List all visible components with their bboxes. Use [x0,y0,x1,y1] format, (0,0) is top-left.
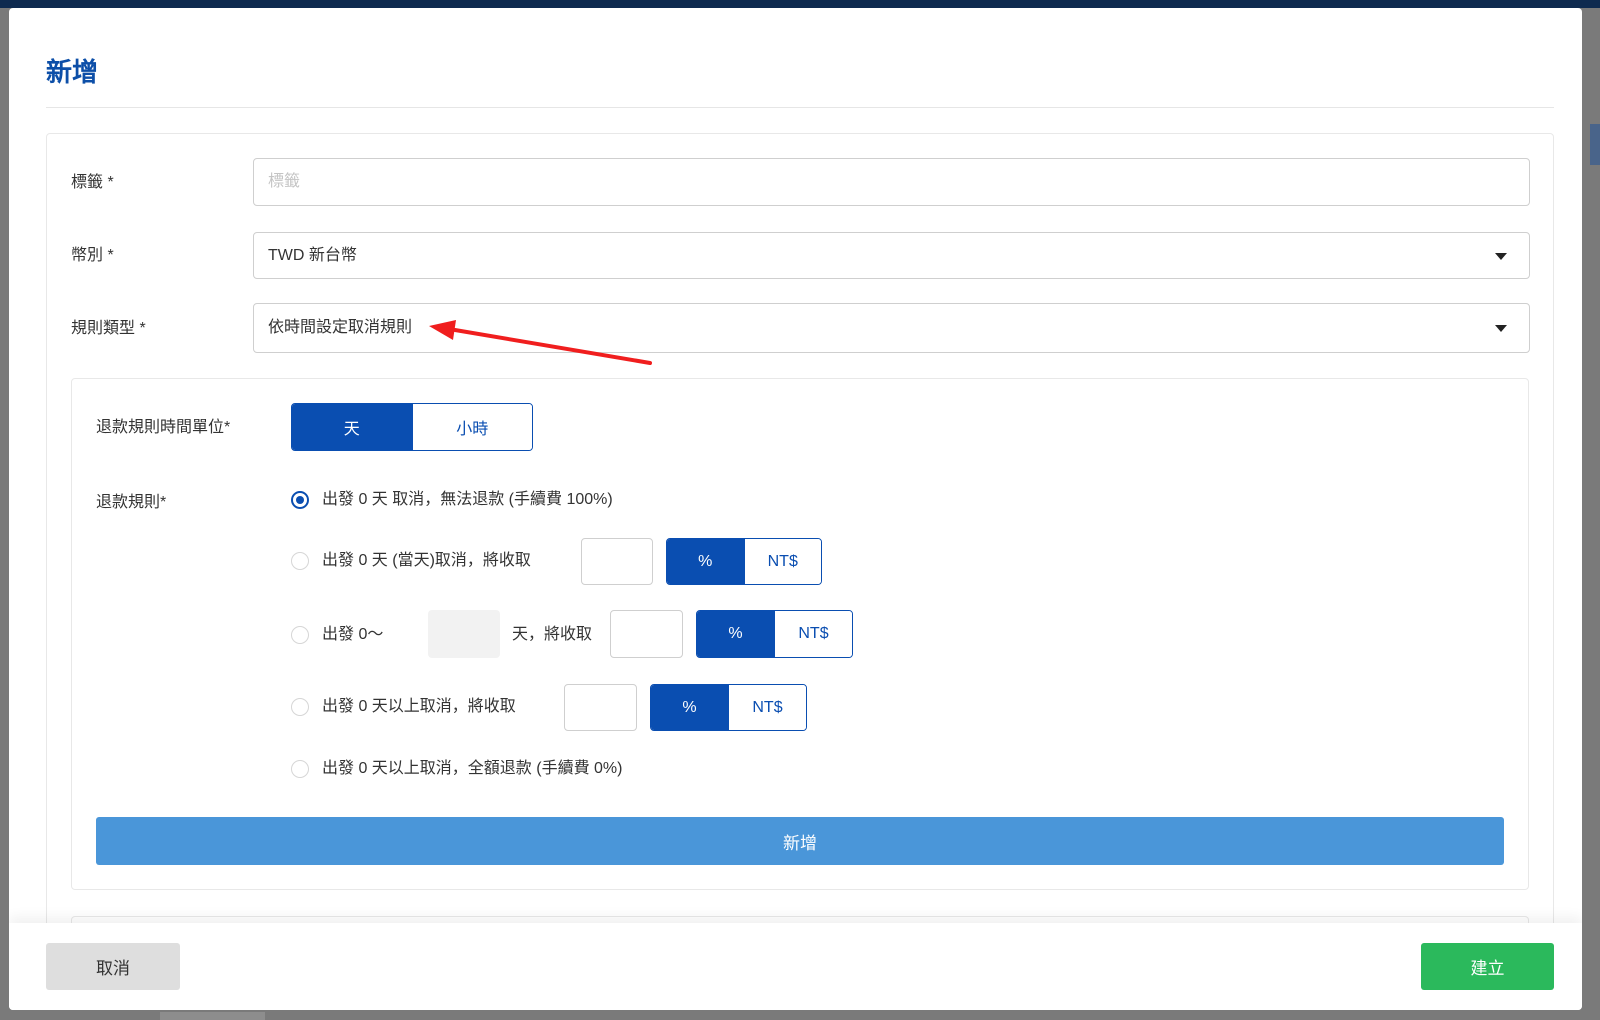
background-element [160,1012,265,1020]
modal-footer: 取消 建立 [9,923,1582,1010]
unit-percent-option[interactable]: % [697,611,774,657]
create-button[interactable]: 建立 [1421,943,1554,990]
rule-option-text: 出發 0 天 (當天)取消，將收取 [322,552,531,569]
add-rule-button[interactable]: 新增 [96,817,1504,865]
tag-input[interactable] [253,158,1530,206]
title-divider [46,107,1554,108]
create-modal: 新增 標籤 * 幣別 * TWD 新台幣 規則類型 * 依時間設定取消規則 退款… [9,8,1582,1010]
rule-option-text: 出發 0 天以上取消，將收取 [322,698,516,715]
fee-amount-input[interactable] [610,610,683,658]
radio-icon[interactable] [291,491,309,509]
fee-unit-toggle: % NT$ [666,538,822,585]
time-unit-hour-option[interactable]: 小時 [411,404,532,450]
radio-icon[interactable] [291,698,309,716]
caret-down-icon [1495,252,1507,260]
modal-title: 新增 [46,57,99,87]
rule-option-text: 天，將收取 [512,626,593,643]
background-element [1590,124,1600,165]
radio-icon[interactable] [291,626,309,644]
fee-amount-input[interactable] [581,538,653,585]
refund-rules-label: 退款規則* [96,494,167,511]
unit-ntd-option[interactable]: NT$ [743,539,821,584]
currency-label: 幣別 * [71,247,114,264]
caret-down-icon [1495,325,1507,332]
rule-option-text: 出發 0 天以上取消，全額退款 (手續費 0%) [322,760,623,777]
days-input[interactable] [428,610,500,658]
fee-amount-input[interactable] [564,684,637,731]
rule-option-text: 出發 0 天 取消，無法退款 (手續費 100%) [322,491,613,508]
currency-select[interactable]: TWD 新台幣 [253,232,1530,279]
fee-unit-toggle: % NT$ [696,610,853,658]
tag-label: 標籤 * [71,174,114,191]
rule-type-label: 規則類型 * [71,320,146,337]
radio-icon[interactable] [291,552,309,570]
fee-unit-toggle: % NT$ [650,684,807,731]
time-unit-toggle: 天 小時 [291,403,533,451]
unit-percent-option[interactable]: % [651,685,728,730]
time-unit-day-option[interactable]: 天 [292,404,412,450]
app-header-bar [0,0,1600,8]
cancel-button[interactable]: 取消 [46,943,180,990]
rule-option-text: 出發 0～ [322,626,384,643]
currency-value: TWD 新台幣 [268,246,357,264]
radio-icon[interactable] [291,760,309,778]
rule-type-value: 依時間設定取消規則 [268,319,413,336]
unit-percent-option[interactable]: % [667,539,744,584]
rule-type-select[interactable]: 依時間設定取消規則 [253,303,1530,353]
unit-ntd-option[interactable]: NT$ [728,685,806,730]
unit-ntd-option[interactable]: NT$ [774,611,852,657]
time-unit-label: 退款規則時間單位* [96,419,231,436]
